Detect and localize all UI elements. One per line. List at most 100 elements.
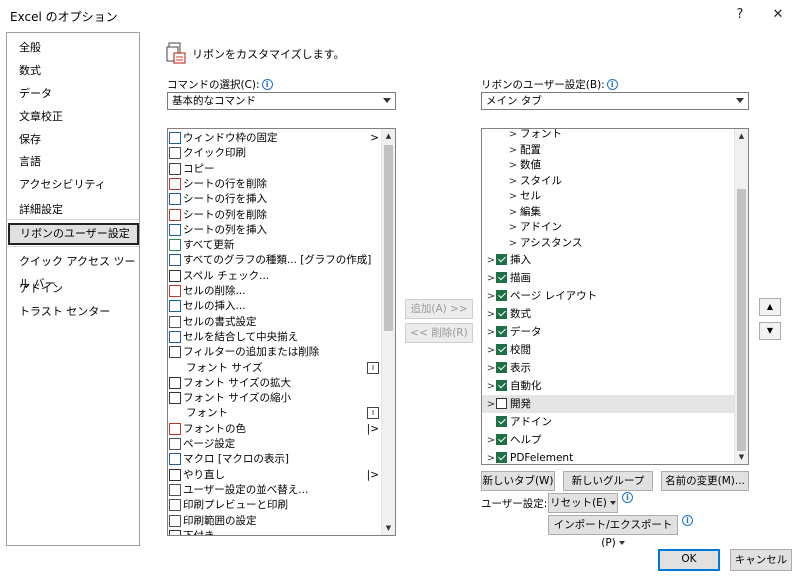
nav-item[interactable]: 数式 xyxy=(7,60,139,82)
nav-item[interactable]: リボンのユーザー設定 xyxy=(8,223,139,245)
command-item[interactable]: シートの列を挿入 xyxy=(168,223,381,238)
reset-button[interactable]: リセット(E) xyxy=(548,493,618,513)
scroll-thumb[interactable] xyxy=(384,145,393,331)
command-item[interactable]: 印刷範囲の設定 xyxy=(168,514,381,529)
command-item[interactable]: セルの削除... xyxy=(168,284,381,299)
nav-item[interactable]: 詳細設定 xyxy=(7,199,139,221)
scroll-up-icon[interactable]: ▲ xyxy=(735,129,748,143)
command-item[interactable]: 印刷プレビューと印刷 xyxy=(168,498,381,513)
nav-item[interactable]: 言語 xyxy=(7,151,139,173)
ribbon-tree-item[interactable]: > 挿入 xyxy=(482,251,734,269)
move-up-button[interactable]: ▲ xyxy=(759,298,781,316)
nav-item[interactable]: アドイン xyxy=(7,278,139,300)
command-item[interactable]: ユーザー設定の並べ替え... xyxy=(168,483,381,498)
command-item[interactable]: マクロ [マクロの表示] xyxy=(168,452,381,467)
checkbox[interactable] xyxy=(496,398,507,409)
command-item[interactable]: フォントの色 |> xyxy=(168,422,381,437)
ribbon-tree-item[interactable]: > 自動化 xyxy=(482,377,734,395)
ribbon-tree-item[interactable]: > フォント xyxy=(482,129,734,143)
commands-list[interactable]: ウィンドウ枠の固定 > クイック印刷 コピー シートの行を削除 シートの行を挿入 シートの列… xyxy=(167,128,396,536)
ok-button[interactable]: OK xyxy=(658,549,720,571)
nav-item[interactable]: アクセシビリティ xyxy=(7,174,139,196)
ribbon-tree-item[interactable]: > PDFelement xyxy=(482,449,734,464)
info-icon[interactable]: i xyxy=(682,515,693,526)
checkbox[interactable] xyxy=(496,344,507,355)
command-item[interactable]: スペル チェック... xyxy=(168,269,381,284)
checkbox[interactable] xyxy=(496,362,507,373)
expand-chevron-icon[interactable]: > xyxy=(508,129,518,142)
expand-chevron-icon[interactable]: > xyxy=(508,220,518,235)
ribbon-tree-item[interactable]: > ページ レイアウト xyxy=(482,287,734,305)
command-item[interactable]: シートの行を挿入 xyxy=(168,192,381,207)
add-button[interactable]: 追加(A) >> xyxy=(405,299,473,319)
command-item[interactable]: クイック印刷 xyxy=(168,146,381,161)
ribbon-tree-item[interactable]: > 編集 xyxy=(482,205,734,221)
ribbon-tree-item[interactable]: > スタイル xyxy=(482,174,734,190)
info-icon[interactable]: i xyxy=(622,492,633,503)
checkbox[interactable] xyxy=(496,290,507,301)
command-item[interactable]: フォント サイズの縮小 xyxy=(168,391,381,406)
command-item[interactable]: やり直し |> xyxy=(168,468,381,483)
expand-chevron-icon[interactable]: > xyxy=(508,158,518,173)
close-button[interactable]: ✕ xyxy=(764,4,792,26)
nav-item[interactable]: 文章校正 xyxy=(7,106,139,128)
remove-button[interactable]: << 削除(R) xyxy=(405,323,473,343)
help-button[interactable]: ? xyxy=(726,4,754,26)
expand-chevron-icon[interactable]: > xyxy=(508,143,518,158)
ribbon-select[interactable]: メイン タブ xyxy=(481,92,749,110)
move-down-button[interactable]: ▼ xyxy=(759,322,781,340)
command-item[interactable]: ウィンドウ枠の固定 > xyxy=(168,131,381,146)
commands-select[interactable]: 基本的なコマンド xyxy=(167,92,396,110)
checkbox[interactable] xyxy=(496,308,507,319)
checkbox[interactable] xyxy=(496,272,507,283)
new-group-button[interactable]: 新しいグループ(N) xyxy=(563,471,653,505)
command-item[interactable]: フォント サイズの拡大 xyxy=(168,376,381,391)
ribbon-tree-item[interactable]: > データ xyxy=(482,323,734,341)
command-item[interactable]: コピー xyxy=(168,162,381,177)
checkbox[interactable] xyxy=(496,434,507,445)
ribbon-tree-item[interactable]: > ヘルプ xyxy=(482,431,734,449)
command-item[interactable]: セルを結合して中央揃え xyxy=(168,330,381,345)
command-item[interactable]: シートの列を削除 xyxy=(168,208,381,223)
ribbon-tree-item[interactable]: > 表示 xyxy=(482,359,734,377)
scroll-down-icon[interactable]: ▼ xyxy=(735,450,748,464)
ribbon-tree-item[interactable]: > 開発 xyxy=(482,395,734,413)
ribbon-tree-item[interactable]: > セル xyxy=(482,189,734,205)
rename-button[interactable]: 名前の変更(M)... xyxy=(661,471,749,491)
command-item[interactable]: ページ設定 xyxy=(168,437,381,452)
expand-chevron-icon[interactable]: > xyxy=(486,342,496,360)
expand-chevron-icon[interactable]: > xyxy=(486,324,496,342)
command-item[interactable]: シートの行を削除 xyxy=(168,177,381,192)
command-item[interactable]: すべてのグラフの種類... [グラフの作成] xyxy=(168,253,381,268)
expand-chevron-icon[interactable]: > xyxy=(486,450,496,464)
scroll-down-icon[interactable]: ▼ xyxy=(382,521,395,535)
expand-chevron-icon[interactable]: > xyxy=(486,378,496,396)
commands-scrollbar[interactable]: ▲ ▼ xyxy=(381,129,395,535)
ribbon-tree-item[interactable]: > アドイン xyxy=(482,220,734,236)
scroll-thumb[interactable] xyxy=(737,189,746,451)
ribbon-tree-item[interactable]: アドイン xyxy=(482,413,734,431)
ribbon-tree-item[interactable]: > 描画 xyxy=(482,269,734,287)
ribbon-tree-item[interactable]: > 校閲 xyxy=(482,341,734,359)
nav-item[interactable]: データ xyxy=(7,83,139,105)
expand-chevron-icon[interactable]: > xyxy=(508,205,518,220)
nav-item[interactable]: トラスト センター xyxy=(7,301,139,323)
nav-item[interactable]: 全般 xyxy=(7,37,139,59)
expand-chevron-icon[interactable]: > xyxy=(508,174,518,189)
info-icon[interactable]: i xyxy=(606,79,618,90)
checkbox[interactable] xyxy=(496,416,507,427)
command-item[interactable]: すべて更新 xyxy=(168,238,381,253)
import-export-button[interactable]: インポート/エクスポート(P) xyxy=(548,515,678,549)
command-item[interactable]: フィルターの追加または削除 xyxy=(168,345,381,360)
ribbon-tree-item[interactable]: > 配置 xyxy=(482,143,734,159)
expand-chevron-icon[interactable]: > xyxy=(508,189,518,204)
checkbox[interactable] xyxy=(496,326,507,337)
nav-item[interactable]: 保存 xyxy=(7,129,139,151)
checkbox[interactable] xyxy=(496,380,507,391)
ribbon-tree-item[interactable]: > 数式 xyxy=(482,305,734,323)
expand-chevron-icon[interactable]: > xyxy=(508,236,518,251)
expand-chevron-icon[interactable]: > xyxy=(486,432,496,450)
command-item[interactable]: セルの挿入... xyxy=(168,299,381,314)
ribbon-tree-item[interactable]: > アシスタンス xyxy=(482,236,734,252)
info-icon[interactable]: i xyxy=(261,79,273,90)
